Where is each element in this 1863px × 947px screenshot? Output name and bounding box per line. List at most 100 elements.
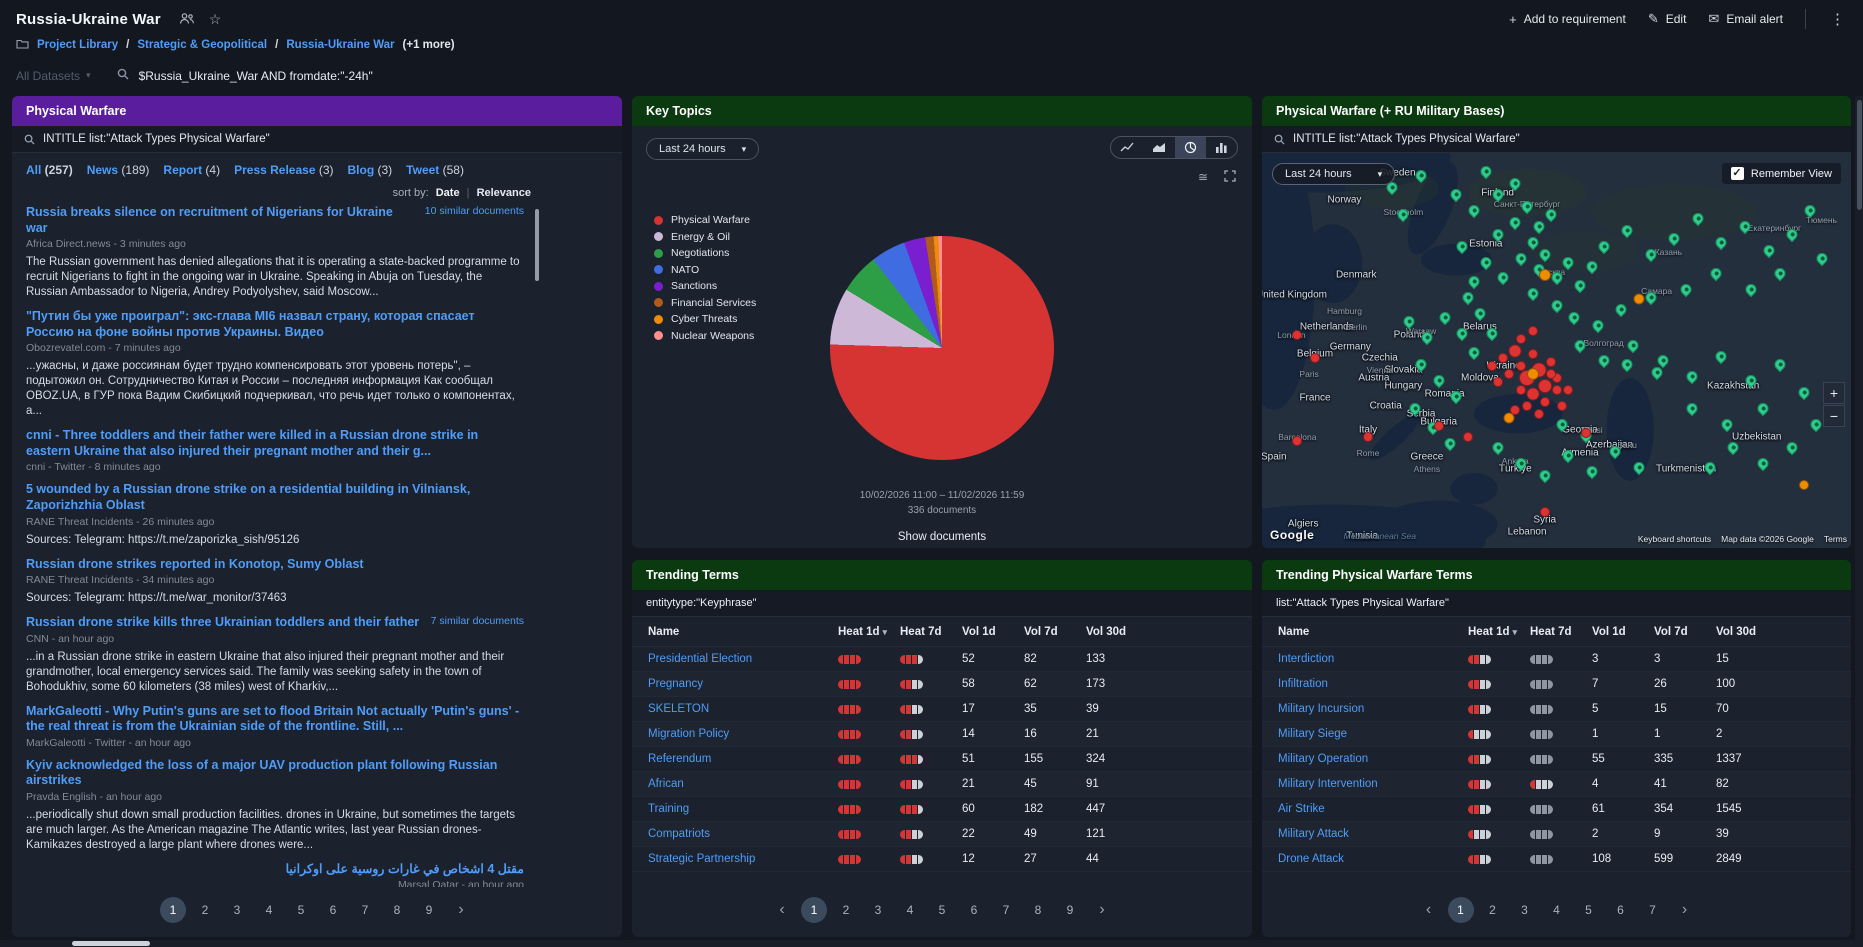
term-link[interactable]: Military Intervention xyxy=(1278,778,1468,790)
page-button-2[interactable]: 2 xyxy=(833,897,859,923)
prev-page-button[interactable]: ‹ xyxy=(769,897,795,923)
article-title[interactable]: 5 wounded by a Russian drone strike on a… xyxy=(26,482,524,513)
tab-press-release[interactable]: Press Release (3) xyxy=(234,163,333,177)
article-title[interactable]: cnni - Three toddlers and their father w… xyxy=(26,428,524,459)
term-link[interactable]: Referendum xyxy=(648,753,838,765)
term-link[interactable]: Interdiction xyxy=(1278,653,1468,665)
more-menu-icon[interactable]: ⋮ xyxy=(1828,10,1847,28)
map-marker-orange-incident[interactable] xyxy=(1503,412,1515,424)
map-marker-red-incident[interactable] xyxy=(1539,507,1550,518)
key-topics-pie-chart[interactable] xyxy=(830,236,1054,460)
term-link[interactable]: Compatriots xyxy=(648,828,838,840)
physical-warfare-search[interactable]: INTITLE list:"Attack Types Physical Warf… xyxy=(12,126,622,153)
similar-documents-link[interactable]: 10 similar documents xyxy=(415,205,524,217)
page-button-8[interactable]: 8 xyxy=(384,897,410,923)
map-marker-red-incident[interactable] xyxy=(1527,349,1538,360)
map-marker-red-incident[interactable] xyxy=(1433,420,1444,431)
map-marker-orange-incident[interactable] xyxy=(1526,368,1539,381)
map-marker-red-incident[interactable] xyxy=(1492,377,1503,388)
column-header-vol-30d[interactable]: Vol 30d xyxy=(1716,626,1835,638)
column-header-name[interactable]: Name xyxy=(648,626,838,638)
map-marker-red-incident[interactable] xyxy=(1486,361,1497,372)
column-header-vol-7d[interactable]: Vol 7d xyxy=(1654,626,1716,638)
zoom-out-button[interactable]: − xyxy=(1823,405,1845,428)
tab-blog[interactable]: Blog (3) xyxy=(348,163,393,177)
map-marker-red-incident[interactable] xyxy=(1504,369,1515,380)
show-documents-link[interactable]: Show documents xyxy=(632,531,1252,543)
article-title[interactable]: Russian drone strikes reported in Konoto… xyxy=(26,557,364,573)
column-header-vol-30d[interactable]: Vol 30d xyxy=(1086,626,1236,638)
shared-users-icon[interactable] xyxy=(179,12,195,26)
term-link[interactable]: Military Operation xyxy=(1278,753,1468,765)
term-link[interactable]: SKELETON xyxy=(648,703,838,715)
fullscreen-icon[interactable] xyxy=(1224,170,1236,185)
legend-item[interactable]: Cyber Threats xyxy=(654,313,756,325)
map-marker-orange-incident[interactable] xyxy=(1798,479,1809,490)
breadcrumb-link[interactable]: Project Library xyxy=(37,39,118,51)
term-link[interactable]: Strategic Partnership xyxy=(648,853,838,865)
line-chart-icon[interactable] xyxy=(1111,137,1143,158)
page-button-2[interactable]: 2 xyxy=(192,897,218,923)
page-button-1[interactable]: 1 xyxy=(801,897,827,923)
page-button-4[interactable]: 4 xyxy=(897,897,923,923)
map-marker-red-incident[interactable] xyxy=(1292,329,1303,340)
legend-item[interactable]: Negotiations xyxy=(654,247,756,259)
map-marker-orange-incident[interactable] xyxy=(1538,269,1551,282)
page-button-6[interactable]: 6 xyxy=(961,897,987,923)
sort-relevance[interactable]: Relevance xyxy=(477,187,531,199)
bar-chart-icon[interactable] xyxy=(1206,137,1237,158)
term-link[interactable]: Drone Attack xyxy=(1278,853,1468,865)
map-marker-orange-incident[interactable] xyxy=(1633,293,1645,305)
breadcrumb-link[interactable]: Strategic & Geopolitical xyxy=(137,39,267,51)
similar-documents-link[interactable]: 7 similar documents xyxy=(421,615,524,627)
next-page-button[interactable]: › xyxy=(1089,897,1115,923)
term-link[interactable]: Air Strike xyxy=(1278,803,1468,815)
term-link[interactable]: Military Attack xyxy=(1278,828,1468,840)
breadcrumb-more[interactable]: (+1 more) xyxy=(403,39,455,51)
column-header-heat-7d[interactable]: Heat 7d xyxy=(900,626,962,638)
map[interactable]: Last 24 hours▾ Remember View + − Google … xyxy=(1262,153,1851,548)
map-marker-red-incident[interactable] xyxy=(1292,436,1303,447)
trending-terms-filter[interactable]: entitytype:"Keyphrase" xyxy=(632,590,1252,617)
remember-view-checkbox[interactable]: Remember View xyxy=(1721,163,1841,184)
term-link[interactable]: Presidential Election xyxy=(648,653,838,665)
zoom-in-button[interactable]: + xyxy=(1823,382,1845,405)
page-button-7[interactable]: 7 xyxy=(993,897,1019,923)
next-page-button[interactable]: › xyxy=(1672,897,1698,923)
tab-report[interactable]: Report (4) xyxy=(163,163,220,177)
column-header-name[interactable]: Name xyxy=(1278,626,1468,638)
map-marker-red-incident[interactable] xyxy=(1516,385,1527,395)
map-marker-red-incident[interactable] xyxy=(1526,387,1540,401)
pie-chart-icon[interactable] xyxy=(1175,137,1206,158)
page-button-5[interactable]: 5 xyxy=(1576,897,1602,923)
page-button-7[interactable]: 7 xyxy=(1640,897,1666,923)
sort-date[interactable]: Date xyxy=(436,187,460,199)
page-button-5[interactable]: 5 xyxy=(288,897,314,923)
breadcrumb-link[interactable]: Russia-Ukraine War xyxy=(286,39,394,51)
map-marker-red-incident[interactable] xyxy=(1463,432,1474,443)
column-header-vol-1d[interactable]: Vol 1d xyxy=(962,626,1024,638)
term-link[interactable]: Migration Policy xyxy=(648,728,838,740)
map-marker-red-incident[interactable] xyxy=(1539,396,1550,407)
map-marker-red-incident[interactable] xyxy=(1563,385,1574,395)
favorite-star-icon[interactable]: ☆ xyxy=(209,12,222,26)
column-header-heat-7d[interactable]: Heat 7d xyxy=(1530,626,1592,638)
article-title[interactable]: مقتل 4 اشخاص في غارات روسية على اوكرانيا xyxy=(286,862,524,878)
map-marker-red-incident[interactable] xyxy=(1557,400,1568,411)
page-button-6[interactable]: 6 xyxy=(1608,897,1634,923)
map-marker-red-incident[interactable] xyxy=(1522,400,1533,411)
area-chart-icon[interactable] xyxy=(1143,137,1175,158)
article-title[interactable]: Kyiv acknowledged the loss of a major UA… xyxy=(26,758,524,789)
term-link[interactable]: Military Siege xyxy=(1278,728,1468,740)
page-button-4[interactable]: 4 xyxy=(256,897,282,923)
prev-page-button[interactable]: ‹ xyxy=(1416,897,1442,923)
column-header-heat-1d[interactable]: Heat 1d ▾ xyxy=(838,626,900,638)
map-marker-red-incident[interactable] xyxy=(1516,333,1527,344)
article-title[interactable]: Russia breaks silence on recruitment of … xyxy=(26,205,415,236)
edit-button[interactable]: ✎ Edit xyxy=(1648,11,1687,27)
map-marker-red-incident[interactable] xyxy=(1533,408,1544,419)
add-to-requirement-button[interactable]: + Add to requirement xyxy=(1509,12,1626,27)
tab-all[interactable]: All (257) xyxy=(26,163,73,177)
term-link[interactable]: African xyxy=(648,778,838,790)
map-marker-red-incident[interactable] xyxy=(1508,344,1522,357)
